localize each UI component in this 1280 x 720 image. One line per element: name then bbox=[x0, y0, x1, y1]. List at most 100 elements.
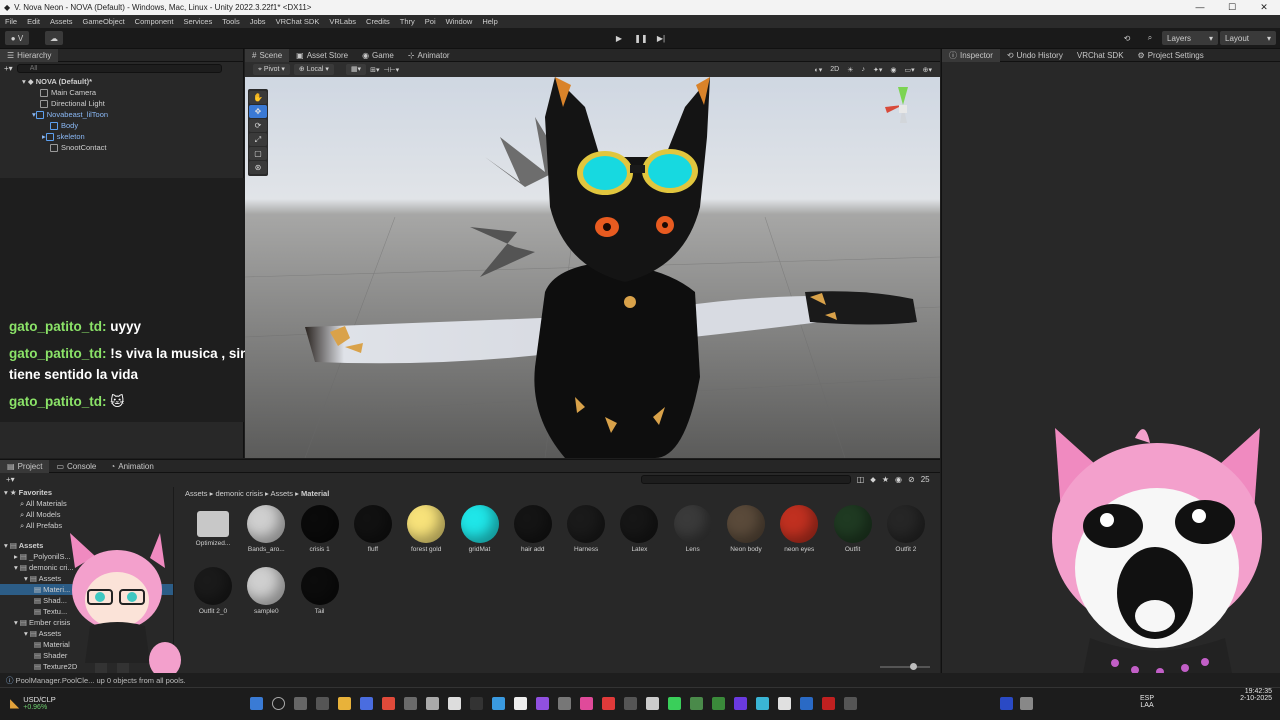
asset-item[interactable]: Neon body bbox=[720, 505, 772, 553]
settings-icon[interactable] bbox=[558, 697, 571, 710]
step-button[interactable]: ▶| bbox=[654, 31, 668, 45]
visibility-icon[interactable]: ◉ bbox=[890, 66, 896, 74]
tab-undo-history[interactable]: ⟲ Undo History bbox=[1000, 49, 1070, 62]
tab-game[interactable]: ◉ Game bbox=[355, 49, 401, 62]
history-button[interactable]: ⟲ bbox=[1120, 31, 1134, 45]
breadcrumb-item[interactable]: Assets bbox=[185, 489, 208, 498]
asset-item[interactable]: crisis 1 bbox=[294, 505, 346, 553]
close-button[interactable]: ✕ bbox=[1248, 0, 1280, 15]
app-gray-icon[interactable] bbox=[844, 697, 857, 710]
app-tray-icon[interactable] bbox=[1020, 697, 1033, 710]
app-icon[interactable] bbox=[404, 697, 417, 710]
cloud-button[interactable]: ☁ bbox=[45, 31, 63, 45]
layers-dropdown[interactable]: Layers ▾ bbox=[1162, 31, 1218, 45]
menu-thry[interactable]: Thry bbox=[395, 17, 420, 26]
layout-dropdown[interactable]: Layout ▾ bbox=[1220, 31, 1276, 45]
menu-gameobject[interactable]: GameObject bbox=[78, 17, 130, 26]
tree-item[interactable]: Body bbox=[0, 120, 243, 131]
language-indicator[interactable]: ESP LAA bbox=[1140, 695, 1154, 709]
pause-button[interactable]: ❚❚ bbox=[634, 31, 648, 45]
menu-credits[interactable]: Credits bbox=[361, 17, 395, 26]
brave-icon[interactable] bbox=[382, 697, 395, 710]
visual-studio-icon[interactable] bbox=[1000, 697, 1013, 710]
account-button[interactable]: ● V bbox=[5, 31, 29, 45]
tab-inspector[interactable]: ⓘ Inspector bbox=[942, 48, 1000, 62]
pivot-dropdown[interactable]: ⌖ Pivot ▾ bbox=[253, 64, 290, 75]
asset-item[interactable]: forest gold bbox=[400, 505, 452, 553]
tiktok-icon[interactable] bbox=[470, 697, 483, 710]
app-dark-icon[interactable] bbox=[624, 697, 637, 710]
tab-hierarchy[interactable]: ☰ Hierarchy bbox=[0, 48, 59, 62]
notepad-icon[interactable] bbox=[514, 697, 527, 710]
favorite-icon[interactable]: ★ bbox=[882, 475, 889, 484]
menu-component[interactable]: Component bbox=[130, 17, 179, 26]
app-white-icon[interactable] bbox=[778, 697, 791, 710]
audio-icon[interactable]: ♪ bbox=[861, 66, 865, 73]
menu-tools[interactable]: Tools bbox=[217, 17, 245, 26]
2d-toggle[interactable]: 2D bbox=[830, 66, 839, 73]
menu-services[interactable]: Services bbox=[178, 17, 217, 26]
favorites-item[interactable]: ⌕ All Materials bbox=[0, 498, 173, 509]
tab-project-settings[interactable]: ⚙ Project Settings bbox=[1131, 49, 1211, 62]
rotate-tool-button[interactable]: ⟳ bbox=[249, 119, 267, 132]
local-dropdown[interactable]: ⊕ Local ▾ bbox=[293, 64, 334, 75]
menu-vrlabs[interactable]: VRLabs bbox=[324, 17, 361, 26]
grid-snap-button[interactable]: ▦▾ bbox=[345, 64, 367, 75]
asset-item[interactable]: Latex bbox=[613, 505, 665, 553]
minimize-button[interactable]: — bbox=[1184, 0, 1216, 15]
project-search-input[interactable] bbox=[640, 475, 851, 484]
menu-help[interactable]: Help bbox=[477, 17, 502, 26]
asset-item[interactable]: hair add bbox=[507, 505, 559, 553]
shading-mode-icon[interactable]: ◐▾ bbox=[814, 66, 822, 74]
filter-label-icon[interactable]: ⬥ bbox=[870, 475, 876, 485]
eye-slash-icon[interactable]: ⊘ bbox=[908, 475, 915, 484]
app-red-icon[interactable] bbox=[602, 697, 615, 710]
app-purple-icon[interactable] bbox=[734, 697, 747, 710]
transform-tool-button[interactable]: ⊛ bbox=[249, 161, 267, 174]
add-icon[interactable]: +▾ bbox=[6, 475, 15, 484]
widgets-icon[interactable] bbox=[316, 697, 329, 710]
hidden-icon[interactable]: ◉ bbox=[895, 475, 902, 484]
asset-item[interactable]: Lens bbox=[667, 505, 719, 553]
breadcrumb-item[interactable]: demonic crisis bbox=[215, 489, 263, 498]
asset-item[interactable]: Tail bbox=[294, 567, 346, 615]
breadcrumb-item[interactable]: Assets bbox=[271, 489, 294, 498]
twitch-icon[interactable] bbox=[536, 697, 549, 710]
camera-icon[interactable]: ▭▾ bbox=[904, 66, 914, 74]
tree-item[interactable]: ▾ ◆ NOVA (Default)* bbox=[0, 76, 243, 87]
tree-item[interactable]: SnootContact bbox=[0, 142, 243, 153]
zoom-slider[interactable] bbox=[880, 663, 930, 670]
clock[interactable]: 19:42:35 2-10-2025 bbox=[1212, 688, 1272, 702]
search-button[interactable]: ⌕ bbox=[1143, 31, 1157, 45]
move-tool-button[interactable]: ✥ bbox=[249, 105, 267, 118]
tab-asset-store[interactable]: ▣ Asset Store bbox=[289, 49, 355, 62]
tree-item[interactable]: Main Camera bbox=[0, 87, 243, 98]
orientation-gizmo[interactable] bbox=[873, 83, 933, 133]
obs-icon[interactable] bbox=[822, 697, 835, 710]
tree-item-selected[interactable]: ▾ Novabeast_lilToon bbox=[0, 109, 243, 120]
filter-type-icon[interactable]: ◫ bbox=[857, 475, 865, 484]
asset-item[interactable]: gridMat bbox=[454, 505, 506, 553]
lighting-icon[interactable]: ☀ bbox=[847, 66, 853, 74]
steam-icon[interactable] bbox=[492, 697, 505, 710]
tab-console[interactable]: ▭ Console bbox=[49, 460, 103, 473]
stock-widget[interactable]: ◣ USD/CLP +0.96% bbox=[10, 695, 56, 711]
play-button[interactable]: ▶ bbox=[612, 31, 626, 45]
whatsapp-icon[interactable] bbox=[668, 697, 681, 710]
app-green-icon[interactable] bbox=[690, 697, 703, 710]
tree-item[interactable]: Directional Light bbox=[0, 98, 243, 109]
asset-item[interactable]: neon eyes bbox=[773, 505, 825, 553]
asset-item[interactable]: Outfit 2_0 bbox=[187, 567, 239, 615]
effects-icon[interactable]: ✦▾ bbox=[873, 66, 882, 74]
favorites-item[interactable]: ⌕ All Models bbox=[0, 509, 173, 520]
menu-assets[interactable]: Assets bbox=[45, 17, 78, 26]
expand-icon[interactable]: ▾ bbox=[22, 77, 26, 86]
increment-snap-button[interactable]: ⊣⊢▾ bbox=[383, 66, 399, 74]
asset-item[interactable]: sample0 bbox=[240, 567, 292, 615]
menu-file[interactable]: File bbox=[0, 17, 22, 26]
tab-scene[interactable]: # Scene bbox=[245, 48, 290, 62]
app-light-icon[interactable] bbox=[646, 697, 659, 710]
asset-item[interactable]: Outfit 2 bbox=[880, 505, 932, 553]
zoom-slider-handle[interactable] bbox=[910, 663, 917, 670]
maximize-button[interactable]: ☐ bbox=[1216, 0, 1248, 15]
